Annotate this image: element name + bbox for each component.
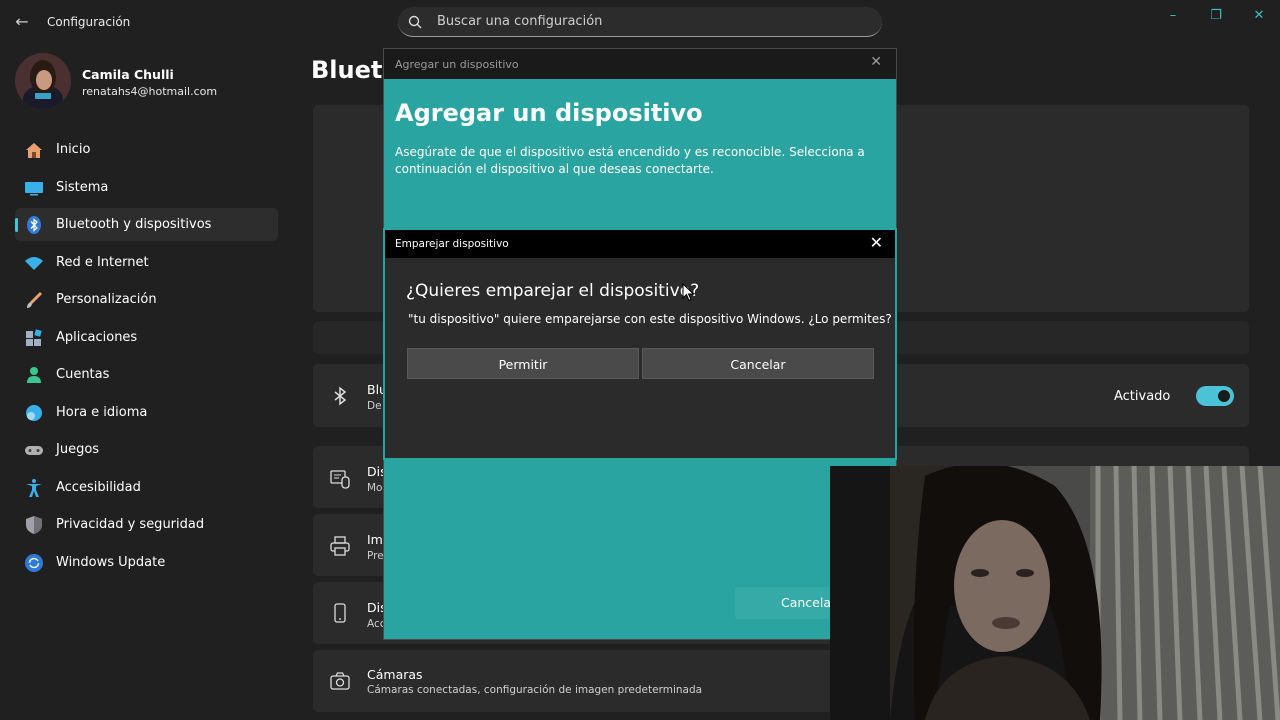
app-title: Configuración	[47, 15, 131, 29]
account-icon	[27, 367, 41, 383]
allow-button[interactable]: Permitir	[407, 348, 639, 379]
apps-icon	[26, 328, 42, 346]
row-title: Cámaras	[367, 667, 423, 682]
maximize-button[interactable]: ❐	[1201, 6, 1231, 26]
search-placeholder: Buscar una configuración	[437, 14, 603, 29]
sidebar-item-label: Juegos	[56, 442, 100, 457]
row-subtitle: Cámaras conectadas, configuración de ima…	[367, 684, 703, 696]
sidebar-item-label: Windows Update	[56, 554, 166, 570]
row-title: Im	[367, 532, 383, 547]
button-label: Cancelar	[781, 595, 837, 610]
sidebar-item-label: Bluetooth y dispositivos	[56, 217, 212, 232]
sidebar-item-label: Hora e idioma	[56, 404, 148, 420]
sidebar-item-cuentas[interactable]: Cuentas	[15, 358, 278, 391]
wifi-icon	[25, 256, 43, 270]
webcam-overlay	[830, 466, 1280, 720]
dialog-description: Asegúrate de que el dispositivo está enc…	[395, 145, 865, 176]
home-icon	[26, 143, 42, 158]
bluetooth-icon	[334, 386, 347, 406]
system-icon	[25, 181, 43, 195]
pair-device-dialog: Emparejar dispositivo ✕ ¿Quieres emparej…	[383, 228, 897, 460]
mouse-cursor-icon	[682, 283, 695, 302]
phone-icon	[334, 603, 346, 623]
sidebar-item-aplicaciones[interactable]: Aplicaciones	[15, 321, 278, 354]
sidebar-item-red[interactable]: Red e Internet	[15, 246, 278, 279]
sidebar-item-label: Cuentas	[56, 367, 110, 382]
update-icon	[25, 553, 43, 572]
sidebar-item-inicio[interactable]: Inicio	[15, 133, 278, 166]
sidebar-item-windows-update[interactable]: Windows Update	[15, 546, 278, 579]
avatar[interactable]	[15, 53, 71, 109]
accessibility-icon	[26, 478, 42, 497]
dialog-window-title: Agregar un dispositivo	[395, 58, 519, 71]
bluetooth-icon	[27, 216, 41, 234]
sidebar-item-label: Red e Internet	[56, 254, 149, 270]
pair-dialog-titlebar: Emparejar dispositivo ✕	[385, 230, 895, 258]
title-bar: ← Configuración Buscar una configuración…	[0, 0, 1280, 44]
sidebar-item-personalizacion[interactable]: Personalización	[15, 283, 278, 316]
close-icon[interactable]: ✕	[870, 233, 883, 252]
row-subtitle: Mo	[367, 482, 383, 494]
row-subtitle: De	[367, 400, 382, 412]
sidebar-nav: Inicio Sistema Bluetooth y dispositivos …	[15, 133, 278, 583]
sidebar-item-juegos[interactable]: Juegos	[15, 433, 278, 466]
search-icon	[408, 15, 422, 29]
sidebar-item-label: Accesibilidad	[56, 479, 141, 495]
row-subtitle: Pre	[367, 550, 384, 562]
back-arrow-icon[interactable]: ←	[12, 12, 32, 32]
bluetooth-toggle-label: Activado	[1114, 389, 1171, 404]
bluetooth-toggle[interactable]	[1196, 386, 1234, 406]
close-button[interactable]: ✕	[1244, 6, 1274, 26]
close-icon[interactable]: ✕	[870, 54, 882, 70]
dialog-heading: Agregar un dispositivo	[395, 99, 703, 127]
sidebar-item-label: Privacidad y seguridad	[56, 517, 205, 532]
add-device-dialog-titlebar: Agregar un dispositivo ✕	[384, 49, 896, 79]
button-label: Permitir	[498, 357, 548, 372]
gamepad-icon	[25, 446, 43, 455]
pair-question: ¿Quieres emparejar el dispositivo?	[406, 281, 700, 301]
clock-globe-icon	[26, 404, 42, 421]
camera-icon	[330, 672, 350, 690]
sidebar-item-bluetooth[interactable]: Bluetooth y dispositivos	[15, 208, 278, 241]
sidebar-item-accesibilidad[interactable]: Accesibilidad	[15, 471, 278, 504]
cancel-button[interactable]: Cancelar	[642, 348, 874, 379]
sidebar-item-label: Aplicaciones	[56, 329, 138, 345]
sidebar-item-label: Personalización	[56, 292, 157, 307]
sidebar-item-sistema[interactable]: Sistema	[15, 171, 278, 204]
search-input[interactable]: Buscar una configuración	[398, 7, 882, 37]
button-label: Cancelar	[730, 357, 786, 372]
printer-icon	[330, 536, 350, 556]
pair-message: "tu dispositivo" quiere emparejarse con …	[408, 312, 892, 326]
profile-name: Camila Chulli	[82, 67, 174, 82]
shield-icon	[26, 516, 42, 534]
dialog-window-title: Emparejar dispositivo	[395, 238, 509, 250]
sidebar-item-privacidad[interactable]: Privacidad y seguridad	[15, 508, 278, 541]
profile-email: renatahs4@hotmail.com	[82, 85, 218, 98]
sidebar-item-label: Inicio	[56, 142, 91, 157]
keyboard-mouse-icon	[330, 470, 350, 489]
sidebar-item-label: Sistema	[56, 179, 109, 195]
sidebar-item-hora[interactable]: Hora e idioma	[15, 396, 278, 429]
toggle-knob	[1218, 390, 1230, 402]
minimize-button[interactable]: –	[1158, 6, 1188, 26]
brush-icon	[27, 291, 43, 308]
